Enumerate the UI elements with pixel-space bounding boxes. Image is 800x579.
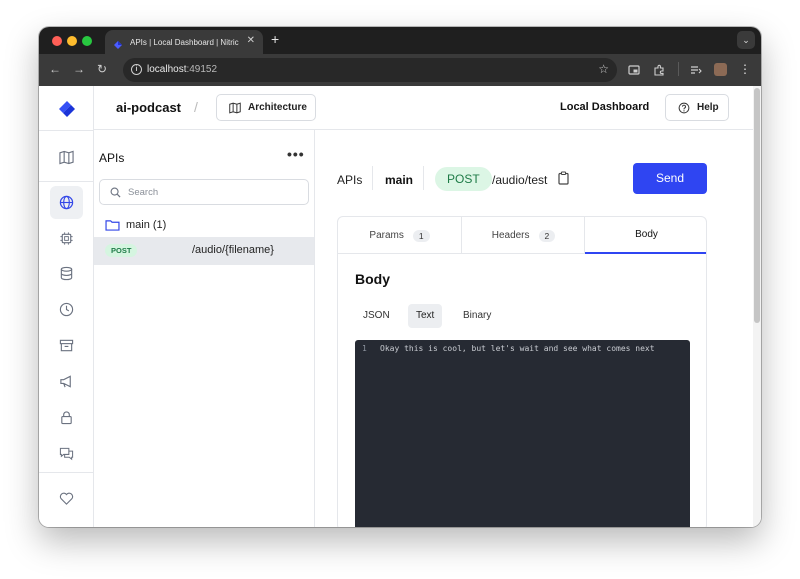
address-bar[interactable]: i localhost:49152 ☆ — [123, 58, 617, 82]
tab-headers[interactable]: Headers 2 — [462, 217, 585, 254]
tab-body[interactable]: Body — [585, 217, 706, 254]
breadcrumb-separator: / — [194, 99, 198, 115]
sidebar-title: APIs — [99, 151, 125, 165]
page-scrollbar[interactable] — [753, 86, 761, 527]
help-circle-icon — [678, 102, 690, 113]
tab-params[interactable]: Params 1 — [338, 217, 461, 254]
architecture-button[interactable]: Architecture — [216, 94, 316, 121]
megaphone-icon[interactable] — [50, 365, 83, 398]
search-placeholder: Search — [128, 187, 159, 198]
browser-toolbar: ← → ↻ i localhost:49152 ☆ ⋮ — [39, 54, 761, 86]
search-icon — [110, 187, 121, 198]
request-branch: main — [385, 173, 414, 187]
tab-label: Body — [635, 229, 658, 240]
request-panel: APIs main POST /audio/test Send Params 1… — [315, 130, 761, 527]
route-path: /audio/{filename} — [192, 244, 274, 256]
send-button[interactable]: Send — [633, 163, 707, 194]
app-header: ai-podcast / Architecture Local Dashboar… — [94, 86, 761, 130]
route-item[interactable]: POST /audio/{filename} — [94, 237, 314, 265]
tab-count-badge: 2 — [538, 229, 556, 242]
folder-icon — [105, 220, 120, 231]
picture-in-picture-icon[interactable] — [628, 63, 640, 75]
bookmark-star-icon[interactable]: ☆ — [598, 62, 609, 76]
close-window-button[interactable] — [52, 36, 62, 46]
url-text: localhost:49152 — [147, 64, 217, 75]
clock-icon[interactable] — [50, 293, 83, 326]
search-input[interactable]: Search — [99, 179, 309, 205]
tab-title: APIs | Local Dashboard | Nitric — [130, 37, 239, 47]
dashboard-app: ai-podcast / Architecture Local Dashboar… — [39, 86, 761, 527]
api-sidebar: APIs ••• Search main (1) POST /audio/{fi… — [94, 130, 315, 527]
request-apis-label: APIs — [337, 173, 363, 187]
icon-rail — [39, 86, 94, 527]
request-path: /audio/test — [492, 173, 548, 187]
help-button[interactable]: Help — [665, 94, 729, 121]
chat-icon[interactable] — [50, 437, 83, 470]
body-editor[interactable]: 1 Okay this is cool, but let's wait and … — [355, 340, 690, 527]
nitric-logo-icon[interactable] — [57, 98, 77, 120]
browser-tab[interactable]: APIs | Local Dashboard | Nitric ✕ — [105, 30, 263, 54]
minimize-window-button[interactable] — [67, 36, 77, 46]
tab-search-button[interactable]: ⌄ — [737, 31, 755, 49]
method-selector[interactable]: POST — [435, 167, 492, 191]
rail-divider — [39, 472, 94, 473]
reload-icon[interactable]: ↻ — [97, 62, 107, 76]
url-host: localhost — [147, 64, 187, 75]
tab-strip: APIs | Local Dashboard | Nitric ✕ + ⌄ — [39, 27, 761, 54]
tab-count-badge: 1 — [412, 229, 430, 242]
help-label: Help — [697, 102, 719, 113]
extensions-icon[interactable] — [653, 63, 665, 76]
rail-divider — [39, 130, 94, 131]
cpu-icon[interactable] — [50, 222, 83, 255]
project-name: ai-podcast — [116, 100, 182, 115]
copy-icon[interactable] — [558, 171, 569, 190]
body-section-title: Body — [355, 271, 390, 287]
format-binary-button[interactable]: Binary — [455, 304, 499, 328]
tab-close-icon[interactable]: ✕ — [247, 35, 255, 46]
back-icon[interactable]: ← — [49, 62, 61, 76]
more-options-icon[interactable]: ••• — [287, 146, 305, 162]
request-divider — [423, 166, 424, 190]
nitric-logo-icon — [113, 37, 123, 49]
folder-label: main (1) — [126, 219, 167, 231]
line-number: 1 — [362, 344, 367, 353]
method-badge: POST — [105, 244, 138, 257]
request-tabs: Params 1 Headers 2 Body — [338, 217, 706, 254]
site-info-icon[interactable]: i — [131, 64, 142, 75]
heart-icon[interactable] — [50, 482, 83, 515]
database-icon[interactable] — [50, 257, 83, 290]
browser-menu-icon[interactable]: ⋮ — [739, 62, 751, 76]
format-json-button[interactable]: JSON — [355, 304, 398, 328]
forward-icon[interactable]: → — [73, 62, 85, 76]
request-divider — [372, 166, 373, 190]
profile-avatar[interactable] — [714, 63, 727, 76]
new-tab-button[interactable]: + — [271, 31, 279, 47]
dashboard-title: Local Dashboard — [560, 101, 650, 113]
reading-list-icon[interactable] — [690, 63, 702, 75]
folder-main[interactable]: main (1) — [105, 217, 166, 233]
globe-icon[interactable] — [50, 186, 83, 219]
lock-icon[interactable] — [50, 401, 83, 434]
toolbar-divider — [678, 62, 679, 76]
map-icon[interactable] — [50, 141, 83, 174]
scrollbar-thumb[interactable] — [754, 88, 760, 323]
archive-icon[interactable] — [50, 329, 83, 362]
browser-window: APIs | Local Dashboard | Nitric ✕ + ⌄ ← … — [39, 27, 761, 527]
url-port: :49152 — [186, 64, 218, 75]
map-icon — [229, 101, 241, 114]
maximize-window-button[interactable] — [82, 36, 92, 46]
architecture-label: Architecture — [248, 102, 307, 113]
rail-divider — [39, 181, 94, 182]
format-text-button[interactable]: Text — [408, 304, 443, 328]
request-config-panel: Params 1 Headers 2 Body Body JSON Text B… — [337, 216, 707, 527]
tab-label: Params — [369, 230, 404, 241]
editor-content[interactable]: Okay this is cool, but let's wait and se… — [380, 344, 655, 353]
tab-label: Headers — [491, 230, 530, 241]
